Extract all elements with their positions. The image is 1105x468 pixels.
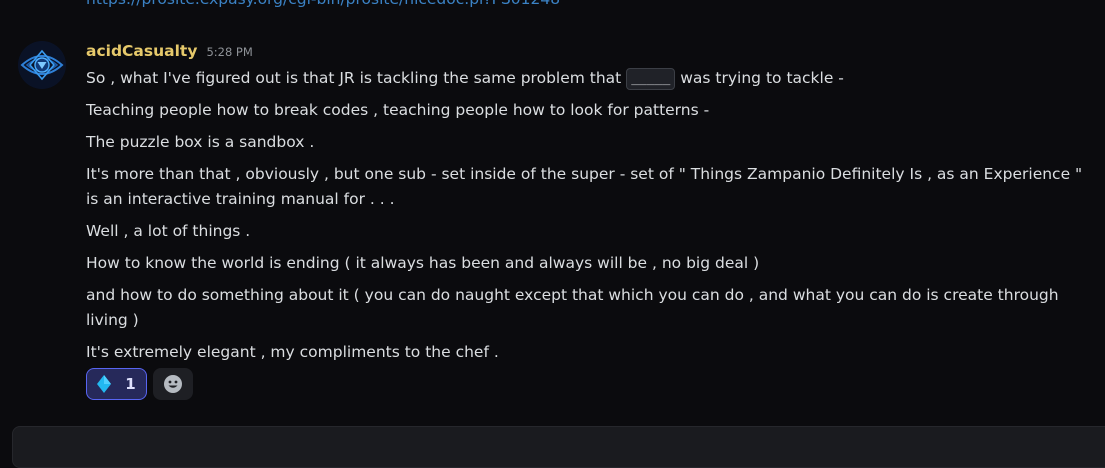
avatar[interactable] — [18, 41, 66, 89]
timestamp[interactable]: 5:28 PM — [206, 45, 252, 59]
message-line: It's extremely elegant , my compliments … — [86, 343, 499, 361]
spoiler-code[interactable]: _____ — [626, 68, 676, 90]
message-line: and how to do something about it ( you c… — [86, 286, 1059, 329]
reaction-count: 1 — [125, 375, 136, 393]
message-line: So , what I've figured out is that JR is… — [86, 66, 1096, 91]
reactions-bar: 1 — [86, 368, 193, 400]
username[interactable]: acidCasualty — [86, 42, 197, 60]
message-body: So , what I've figured out is that JR is… — [86, 66, 1096, 372]
message-line: Teaching people how to break codes , tea… — [86, 101, 710, 119]
add-reaction-button[interactable] — [153, 368, 193, 400]
eye-logo-icon — [18, 41, 66, 89]
blue-diamond-icon — [97, 375, 112, 393]
message-line: The puzzle box is a sandbox . — [86, 133, 315, 151]
prosite-link[interactable]: https://prosite.expasy.org/cgi-bin/prosi… — [86, 0, 560, 8]
message-text: So , what I've figured out is that JR is… — [86, 69, 627, 87]
message-text: was trying to tackle - — [675, 69, 844, 87]
message-line: How to know the world is ending ( it alw… — [86, 254, 760, 272]
message-line: Well , a lot of things . — [86, 222, 251, 240]
reaction-blue-diamond[interactable]: 1 — [86, 368, 147, 400]
message-composer[interactable] — [12, 426, 1105, 468]
message-line: It's more than that , obviously , but on… — [86, 165, 1083, 208]
message-header: acidCasualty 5:28 PM — [86, 42, 253, 60]
smiley-icon — [164, 375, 182, 393]
